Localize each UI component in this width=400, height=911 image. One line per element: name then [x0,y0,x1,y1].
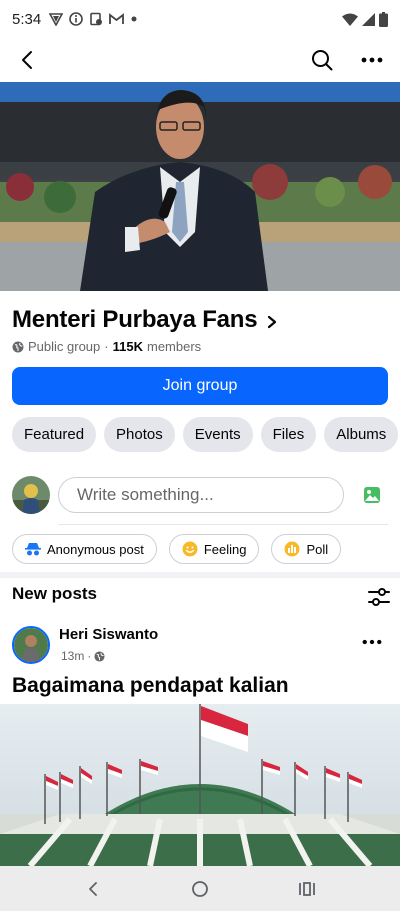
post-meta: 13m · [61,649,105,663]
anonymous-post-label: Anonymous post [47,541,144,557]
back-button[interactable] [12,44,44,76]
post-header: Heri Siswanto 13m · [12,626,388,666]
status-time: 5:34 [12,10,42,28]
feeling-icon [182,541,198,557]
avatar[interactable] [12,476,50,514]
group-meta: Public group · 115K members [12,339,201,354]
cover-image [0,82,400,291]
author-avatar-image [14,628,48,662]
gmail-icon [109,13,125,24]
group-tabs: Featured Photos Events Files Albums [12,417,399,452]
feeling-label: Feeling [203,541,247,557]
tab-featured[interactable]: Featured [12,417,97,452]
post-meta-separator: · [87,649,92,663]
post-text: Bagaimana pendapat kalian [12,674,289,697]
globe-icon [12,341,24,352]
meta-separator: · [104,339,109,354]
status-notification-icons [49,12,138,26]
more-options-button[interactable] [356,44,388,76]
poll-label: Poll [306,541,329,557]
write-something-input[interactable]: Write something... [58,477,345,513]
photo-icon [364,487,381,503]
post-more-button[interactable] [356,626,388,658]
chevron-right-icon [268,315,277,329]
group-privacy: Public group [28,339,101,354]
status-system-icons [342,11,388,27]
avatar[interactable] [12,626,50,664]
app-bar [0,38,400,82]
nav-back-icon [89,881,98,896]
member-count: 115K [112,339,143,354]
globe-icon [94,650,105,662]
search-icon [312,50,333,71]
nav-back-button[interactable] [77,873,109,905]
home-icon [192,880,208,897]
filter-button[interactable] [363,581,395,613]
status-bar: 5:34 [0,0,400,38]
tab-albums[interactable]: Albums [324,417,399,452]
recents-icon [298,881,315,896]
poll-icon [284,541,300,557]
dot-icon [131,16,137,22]
info-icon [69,12,84,26]
feed-heading: New posts [12,584,98,603]
tab-events[interactable]: Events [182,417,253,452]
nav-home-button[interactable] [184,873,216,905]
more-icon [361,57,383,63]
section-separator [0,572,400,578]
post-actions: Anonymous post Feeling Poll [12,534,342,564]
clipboard-icon [90,12,103,26]
group-cover-photo[interactable] [0,82,400,291]
anonymous-icon [25,543,41,556]
system-nav-bar [0,866,400,911]
back-icon [22,51,32,69]
feeling-button[interactable]: Feeling [168,534,260,564]
nav-recents-button[interactable] [291,873,323,905]
post-author[interactable]: Heri Siswanto [59,626,158,643]
poll-button[interactable]: Poll [271,534,342,564]
group-title: Menteri Purbaya Fans [12,306,258,333]
tab-photos[interactable]: Photos [104,417,175,452]
tab-files[interactable]: Files [260,417,317,452]
add-photo-button[interactable] [356,479,388,511]
join-group-button[interactable]: Join group [12,367,388,405]
vpn-icon [49,13,64,26]
members-label[interactable]: members [147,339,201,354]
post-photo [0,704,400,866]
filter-sliders-icon [368,588,390,606]
post-composer: Write something... [12,476,388,514]
search-button[interactable] [306,44,338,76]
signal-icon [362,12,375,26]
post-time[interactable]: 13m [61,649,84,663]
anonymous-post-button[interactable]: Anonymous post [12,534,157,564]
divider [58,524,388,525]
wifi-icon [342,13,358,26]
post-image[interactable] [0,704,400,866]
battery-icon [379,11,388,27]
group-title-link[interactable]: Menteri Purbaya Fans [12,306,279,334]
user-avatar-image [12,476,50,514]
more-icon [362,639,382,645]
